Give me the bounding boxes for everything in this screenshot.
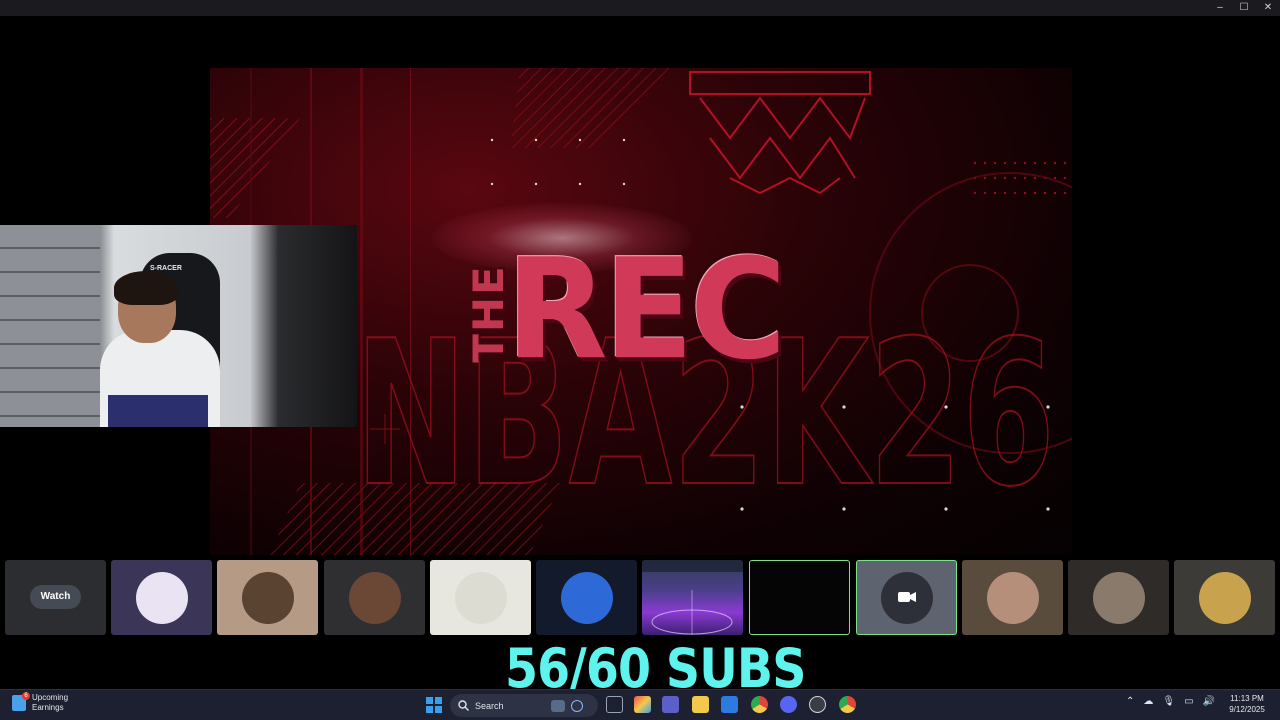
participant-tile[interactable] (962, 560, 1063, 635)
clock-time: 11:13 PM (1230, 694, 1264, 703)
teams-icon[interactable] (662, 696, 679, 713)
clock-date: 9/12/2025 (1229, 705, 1265, 714)
chrome-icon[interactable] (751, 696, 768, 713)
obs-icon[interactable] (809, 696, 826, 713)
chrome-profile-icon[interactable] (839, 696, 856, 713)
avatar (348, 571, 401, 624)
file-explorer-icon[interactable] (692, 696, 709, 713)
participant-tile[interactable] (430, 560, 531, 635)
search-highlight-icon (551, 699, 565, 712)
window-controls: – ☐ ✕ (1214, 1, 1274, 15)
stocks-icon: 6 (12, 692, 30, 711)
taskbar-search[interactable] (450, 694, 598, 717)
video-camera-icon (898, 592, 916, 602)
window-title-bar: – ☐ ✕ (0, 0, 1280, 16)
notification-badge: 6 (22, 692, 30, 700)
onedrive-icon[interactable]: ☁ (1143, 696, 1153, 707)
widget-text: Upcoming Earnings (32, 693, 68, 713)
avatar (1198, 571, 1251, 624)
close-button[interactable]: ✕ (1262, 1, 1274, 15)
microphone-icon[interactable]: 🎙 (1162, 696, 1175, 707)
m365-icon[interactable] (634, 696, 651, 713)
avatar (135, 571, 188, 624)
watch-button[interactable]: Watch (30, 585, 81, 609)
network-icon[interactable]: ▭ (1184, 696, 1193, 707)
avatar (560, 571, 613, 624)
taskbar: 6 Upcoming Earnings ⌃ ☁ 🎙 ▭ 🔊 11:13 PM 9… (0, 689, 1280, 720)
participant-tile-camera[interactable] (856, 560, 957, 635)
maximize-button[interactable]: ☐ (1238, 1, 1250, 15)
search-input[interactable] (475, 700, 545, 711)
avatar (986, 571, 1039, 624)
streamer-legs (108, 395, 208, 427)
start-button[interactable] (426, 697, 442, 713)
minimize-button[interactable]: – (1214, 1, 1226, 15)
widget-line1: Upcoming (32, 693, 69, 702)
participants-strip: Watch (5, 560, 1275, 635)
volume-icon[interactable]: 🔊 (1203, 696, 1215, 707)
discord-icon[interactable] (780, 696, 797, 713)
system-tray: ⌃ ☁ 🎙 ▭ 🔊 (1126, 696, 1215, 707)
participant-tile-speaking[interactable] (749, 560, 850, 635)
logo-the-text: THE (463, 263, 513, 363)
taskbar-clock[interactable]: 11:13 PM 9/12/2025 (1222, 693, 1272, 715)
participant-tile[interactable] (217, 560, 318, 635)
windows-logo-icon (426, 697, 433, 704)
participant-tile[interactable] (536, 560, 637, 635)
copilot-search-icon (571, 699, 583, 712)
widget-line2: Earnings (32, 703, 64, 712)
participant-tile[interactable] (324, 560, 425, 635)
logo-rec-text: REC (506, 229, 787, 391)
search-icon (458, 700, 469, 711)
task-view-icon[interactable] (606, 696, 623, 713)
webcam-feed: S-RACER (0, 225, 357, 427)
avatar (1092, 571, 1145, 624)
participant-tile-watch[interactable]: Watch (5, 560, 106, 635)
chevron-up-icon[interactable]: ⌃ (1126, 696, 1134, 707)
court-lines (642, 560, 743, 635)
storage-shelf (0, 225, 100, 427)
avatar (454, 571, 507, 624)
avatar (241, 571, 294, 624)
streamer-hair (114, 271, 178, 305)
store-icon[interactable] (721, 696, 738, 713)
participant-tile-screenshare[interactable] (642, 560, 743, 635)
weather-widget[interactable]: 6 Upcoming Earnings (12, 692, 68, 713)
participant-tile[interactable] (111, 560, 212, 635)
the-rec-logo: THE REC (463, 231, 828, 389)
participant-tile[interactable] (1174, 560, 1275, 635)
participant-tile[interactable] (1068, 560, 1169, 635)
